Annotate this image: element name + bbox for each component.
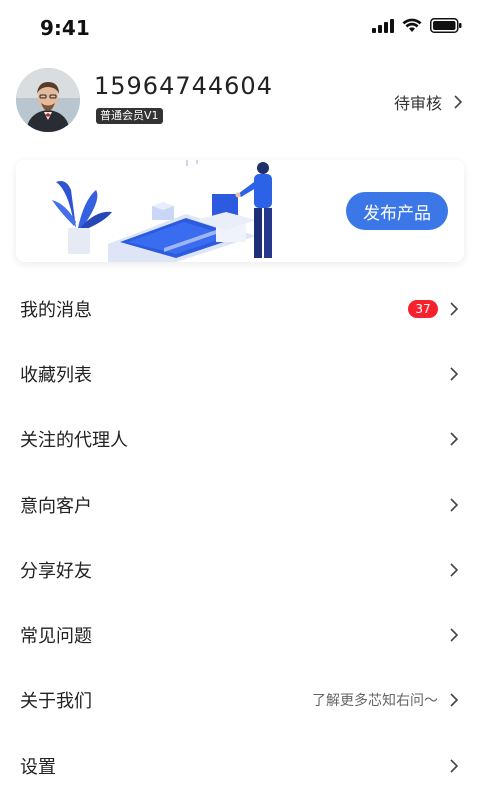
chevron-right-icon <box>450 432 459 446</box>
chevron-right-icon <box>450 497 459 512</box>
review-status-label: 待审核 <box>393 94 442 113</box>
chevron-right-icon <box>450 693 459 707</box>
chevron-right-icon <box>450 563 459 577</box>
menu-item-favorites[interactable]: 收藏列表 <box>0 341 480 406</box>
banner-illustration <box>52 160 272 262</box>
menu-item-share-friends[interactable]: 分享好友 <box>0 537 480 602</box>
unread-count-badge: 37 <box>408 299 438 318</box>
signal-icon <box>372 18 394 33</box>
chevron-right-icon <box>450 759 459 773</box>
phone-number: 15964744604 <box>94 72 273 100</box>
menu-item-label: 设置 <box>20 756 56 778</box>
battery-icon <box>430 18 462 33</box>
menu-item-label: 关注的代理人 <box>20 430 128 452</box>
menu-item-label: 我的消息 <box>20 299 92 321</box>
menu-item-label: 分享好友 <box>20 560 92 582</box>
chevron-right-icon <box>454 95 463 109</box>
review-status-link[interactable]: 待审核 <box>394 90 464 114</box>
status-icons <box>372 18 462 33</box>
menu-item-label: 收藏列表 <box>20 364 92 386</box>
chevron-right-icon <box>450 367 459 381</box>
publish-banner: 发布产品 <box>16 160 464 262</box>
menu-item-about-us[interactable]: 关于我们 了解更多芯知右问～ <box>0 668 480 733</box>
profile-header: 15964744604 普通会员V1 待审核 <box>16 68 464 136</box>
menu-item-intended-customers[interactable]: 意向客户 <box>0 472 480 537</box>
chevron-right-icon <box>450 628 459 642</box>
menu-item-faq[interactable]: 常见问题 <box>0 602 480 667</box>
menu-item-followed-agents[interactable]: 关注的代理人 <box>0 407 480 472</box>
menu-item-label: 常见问题 <box>20 626 92 648</box>
menu-list: 我的消息 37 收藏列表 关注的代理人 意向客户 分享好友 常见问题 关于我们 … <box>0 276 480 798</box>
about-hint-text: 了解更多芯知右问～ <box>312 693 438 710</box>
avatar[interactable] <box>16 68 80 132</box>
wifi-icon <box>402 18 422 32</box>
status-time: 9:41 <box>40 16 90 40</box>
menu-item-messages[interactable]: 我的消息 37 <box>0 276 480 341</box>
member-level-badge: 普通会员V1 <box>96 108 163 124</box>
menu-item-label: 关于我们 <box>20 691 92 713</box>
publish-product-button[interactable]: 发布产品 <box>346 192 448 230</box>
chevron-right-icon <box>450 302 459 316</box>
menu-item-label: 意向客户 <box>20 495 92 517</box>
status-bar: 9:41 <box>0 0 480 56</box>
menu-item-settings[interactable]: 设置 <box>0 733 480 798</box>
